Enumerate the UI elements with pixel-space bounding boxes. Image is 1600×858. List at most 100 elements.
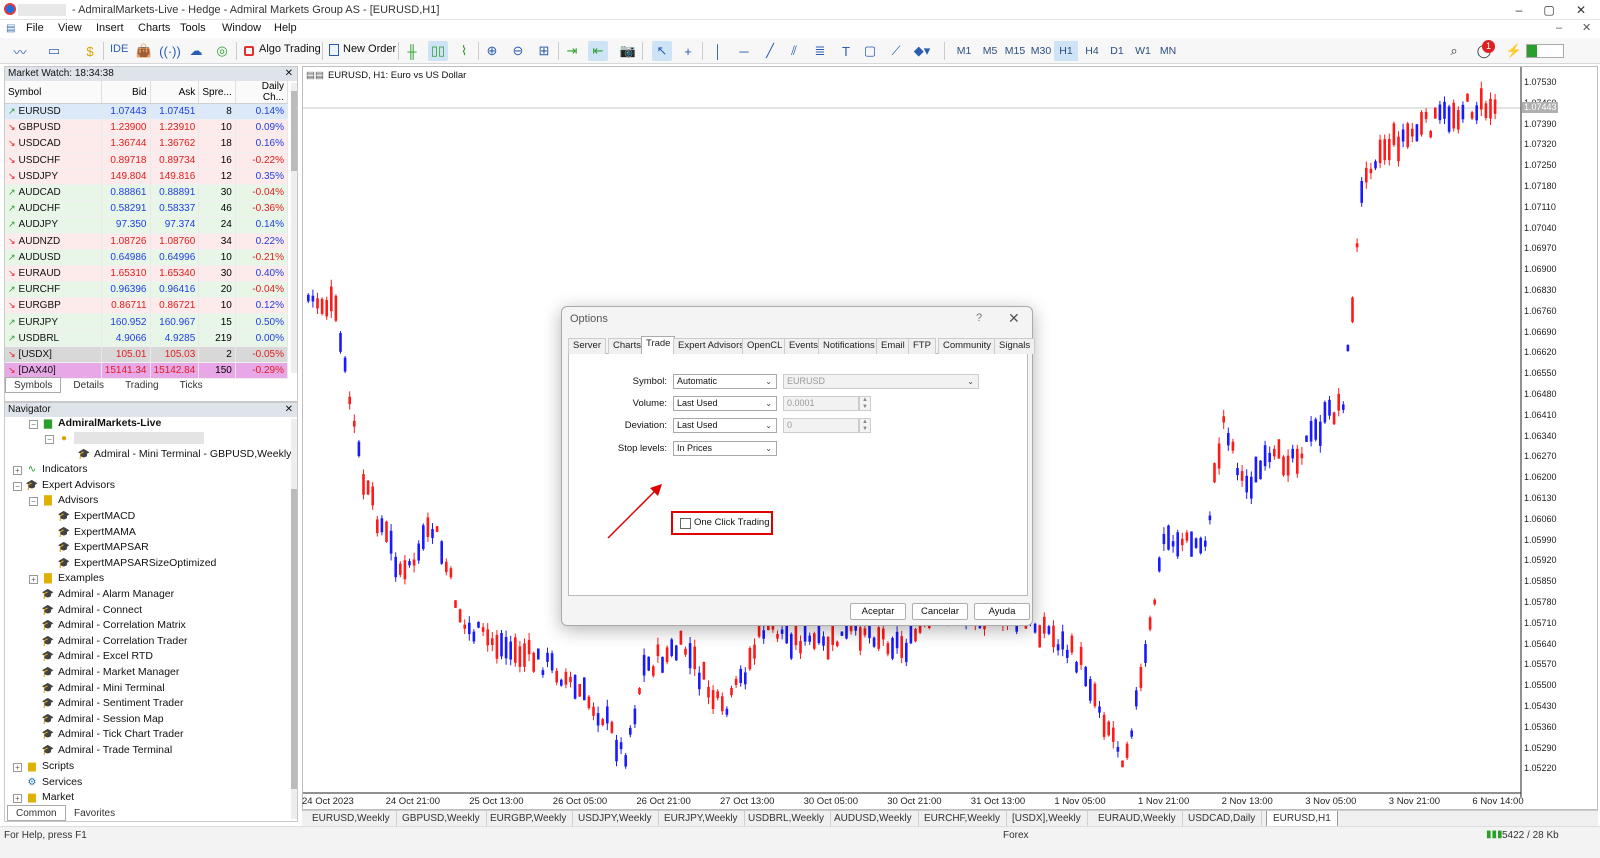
shapes-icon[interactable]: ◆▾ (912, 41, 932, 61)
market-watch-row[interactable]: ↘ AUDNZD 1.08726 1.08760 34 0.22% (5, 233, 289, 250)
rectangle-icon[interactable]: ▢ (860, 41, 880, 61)
chart-tab[interactable]: EURAUD,Weekly (1092, 811, 1183, 827)
chart-tab[interactable]: EURUSD,Weekly (306, 811, 397, 827)
collapse-icon[interactable]: − (29, 497, 38, 506)
advisor-item[interactable]: 🎓 ExpertMACD (57, 509, 136, 524)
cancel-button[interactable]: Cancelar (912, 603, 968, 620)
vps-icon[interactable]: ☁ (186, 41, 206, 61)
tab-ftp[interactable]: FTP (908, 338, 936, 354)
scripts-node[interactable]: ▆ Scripts (25, 759, 74, 774)
one-click-trading-label[interactable]: One Click Trading (694, 517, 770, 528)
advisor-item[interactable]: 🎓 ExpertMAPSAR (57, 540, 149, 555)
tab-favorites[interactable]: Favorites (65, 805, 124, 821)
tile-windows-icon[interactable]: ⊞ (534, 41, 554, 61)
maximize-button[interactable]: ▢ (1534, 2, 1564, 18)
profiles-icon[interactable]: ▭ (44, 41, 64, 61)
deviation-select[interactable]: Last Used ⌄ (673, 418, 777, 433)
account-user-node[interactable]: ● (57, 431, 204, 446)
search-icon[interactable]: ⌕ (1444, 41, 1464, 61)
cursor-icon[interactable]: ↖ (652, 41, 672, 61)
deposit-icon[interactable]: $ (80, 41, 100, 61)
line-chart-icon[interactable]: ⌇ (454, 41, 474, 61)
market-watch-row[interactable]: ↘ EURGBP 0.86711 0.86721 10 0.12% (5, 297, 289, 315)
signals-icon[interactable]: ((·)) (159, 41, 181, 61)
expand-icon[interactable]: + (13, 763, 22, 772)
market-watch-row[interactable]: ↘ [USDX] 105.01 105.03 2 -0.05% (5, 346, 289, 364)
menu-window[interactable]: Window (222, 22, 261, 34)
ok-button[interactable]: Aceptar (850, 603, 906, 620)
chart-tab[interactable]: EURUSD,H1 (1266, 811, 1338, 827)
market-watch-row[interactable]: ↘ GBPUSD 1.23900 1.23910 10 0.09% (5, 119, 289, 137)
tab-community[interactable]: Community (938, 338, 997, 354)
market-node[interactable]: ▆ Market (25, 790, 74, 805)
menu-file[interactable]: File (26, 22, 44, 34)
indicators-node[interactable]: ∿ Indicators (25, 462, 88, 477)
market-watch-row[interactable]: ↗ AUDUSD 0.64986 0.64996 10 -0.21% (5, 249, 289, 266)
ide-button[interactable]: IDE (110, 43, 128, 55)
market-watch-row[interactable]: ↘ EURAUD 1.65310 1.65340 30 0.40% (5, 265, 289, 283)
channel-icon[interactable]: ⫽ (784, 41, 804, 61)
admiral-ea-item[interactable]: 🎓 Admiral - Session Map (41, 712, 164, 727)
admiral-ea-item[interactable]: 🎓 Admiral - Connect (41, 603, 142, 618)
new-order-button[interactable]: New Order (343, 43, 396, 55)
horizontal-line-icon[interactable]: ─ (734, 41, 754, 61)
crosshair-icon[interactable]: + (678, 41, 698, 61)
chart-tab[interactable]: USDBRL,Weekly (742, 811, 831, 827)
tab-notifications[interactable]: Notifications (818, 338, 880, 354)
close-icon[interactable]: ✕ (285, 403, 293, 417)
expand-icon[interactable]: + (29, 575, 38, 584)
timeframe-m15[interactable]: M15 (1003, 41, 1027, 61)
market-watch-row[interactable]: ↗ EURCHF 0.96396 0.96416 20 -0.04% (5, 281, 289, 299)
one-click-trading-checkbox[interactable] (680, 518, 691, 529)
market-watch-scrollbar[interactable] (291, 83, 297, 373)
timeframe-w1[interactable]: W1 (1131, 41, 1155, 61)
admiral-ea-item[interactable]: 🎓 Admiral - Tick Chart Trader (41, 727, 184, 742)
market-watch-row[interactable]: ↗ AUDCAD 0.88861 0.88891 30 -0.04% (5, 184, 289, 202)
tab-opencl[interactable]: OpenCL (742, 338, 788, 354)
market-watch-row[interactable]: ↘ USDCHF 0.89718 0.89734 16 -0.22% (5, 152, 289, 169)
admiral-ea-item[interactable]: 🎓 Admiral - Correlation Trader (41, 634, 188, 649)
menu-insert[interactable]: Insert (96, 22, 124, 34)
menu-tools[interactable]: Tools (180, 22, 206, 34)
expert-advisors-node[interactable]: 🎓 Expert Advisors (25, 478, 115, 493)
admiral-ea-item[interactable]: 🎓 Admiral - Trade Terminal (41, 743, 172, 758)
collapse-icon[interactable]: − (29, 420, 38, 429)
chart-tab[interactable]: [USDX],Weekly (1006, 811, 1088, 827)
timeframe-d1[interactable]: D1 (1105, 41, 1129, 61)
zoom-out-icon[interactable]: ⊖ (508, 41, 528, 61)
tab-details[interactable]: Details (64, 377, 113, 393)
market-watch-row[interactable]: ↗ USDBRL 4.9066 4.9285 219 0.00% (5, 330, 289, 347)
vertical-line-icon[interactable]: │ (708, 41, 728, 61)
close-window-button[interactable]: ✕ (1566, 2, 1596, 18)
col-ask[interactable]: Ask (150, 81, 200, 104)
mdi-minimize-button[interactable]: – (1556, 22, 1562, 34)
tab-server[interactable]: Server (568, 338, 606, 354)
chart-tab[interactable]: USDCAD,Daily (1182, 811, 1263, 827)
text-icon[interactable]: T (836, 41, 856, 61)
market-watch-row[interactable]: ↗ EURJPY 160.952 160.967 15 0.50% (5, 313, 289, 331)
services-node[interactable]: ⚙ Services (25, 775, 83, 790)
col-spread[interactable]: Spre... (198, 81, 236, 104)
tab-symbols[interactable]: Symbols (5, 377, 62, 393)
mdi-close-button[interactable]: ✕ (1582, 21, 1591, 34)
tab-common[interactable]: Common (7, 805, 66, 821)
market-watch-row[interactable]: ↘ USDCAD 1.36744 1.36762 18 0.16% (5, 135, 289, 153)
advisor-item[interactable]: 🎓 ExpertMAPSARSizeOptimized (57, 556, 217, 571)
dialog-help-action-button[interactable]: Ayuda (974, 603, 1030, 620)
market-bag-icon[interactable]: 👜 (134, 41, 154, 61)
chart-tab[interactable]: AUDUSD,Weekly (828, 811, 919, 827)
menu-charts[interactable]: Charts (138, 22, 170, 34)
tab-email[interactable]: Email (876, 338, 910, 354)
col-daily-change[interactable]: Daily Ch... (235, 81, 289, 104)
tab-expert-advisors[interactable]: Expert Advisors (673, 338, 749, 354)
account-ea-item[interactable]: 🎓 Admiral - Mini Terminal - GBPUSD,Weekly (77, 447, 292, 462)
col-symbol[interactable]: Symbol (5, 81, 102, 104)
trendline-icon[interactable]: ╱ (760, 41, 780, 61)
algo-trading-button[interactable]: Algo Trading (259, 43, 321, 55)
examples-folder[interactable]: ▇ Examples (41, 571, 104, 586)
minimize-button[interactable]: – (1504, 2, 1534, 18)
collapse-icon[interactable]: − (13, 482, 22, 491)
menu-view[interactable]: View (58, 22, 82, 34)
expand-icon[interactable]: + (13, 466, 22, 475)
admiral-ea-item[interactable]: 🎓 Admiral - Market Manager (41, 665, 180, 680)
